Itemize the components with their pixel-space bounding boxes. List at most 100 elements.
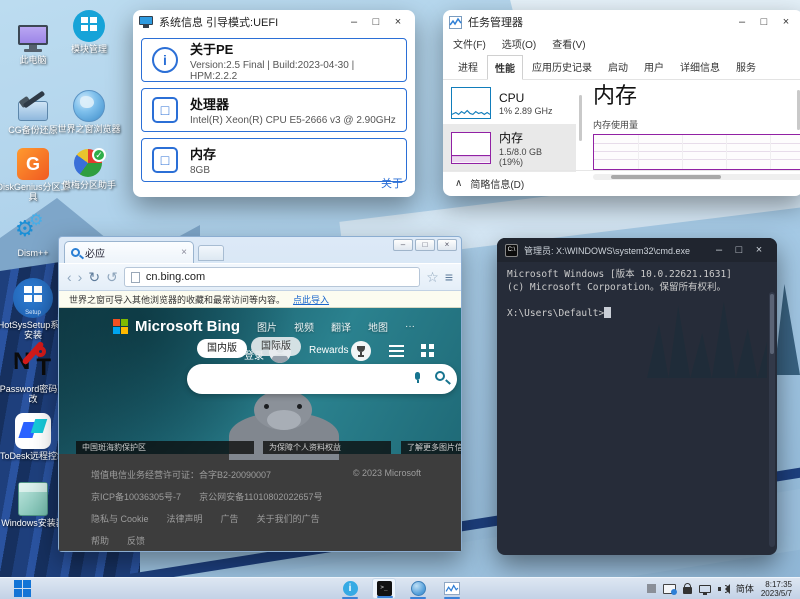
taskbar-taskmgr-app[interactable] (440, 578, 464, 599)
ime-language-label[interactable]: 简体 (736, 582, 754, 595)
bing-logo-text[interactable]: Microsoft Bing (135, 318, 240, 335)
fewer-details-toggle[interactable]: 简略信息(D) (470, 176, 524, 191)
security-link[interactable]: 京公网安备11010802022657号 (199, 490, 322, 503)
minimize-button[interactable]: – (731, 16, 753, 28)
scrollbar[interactable] (579, 95, 582, 141)
page-icon (131, 272, 140, 283)
sysinfo-titlebar[interactable]: 系统信息 引导模式:UEFI – □ × (133, 10, 415, 34)
about-link[interactable]: 关于 (381, 175, 403, 191)
close-button[interactable]: × (775, 16, 797, 28)
bing-footer: 增值电信业务经营许可证：合字B2-20090007 © 2023 Microso… (59, 454, 461, 547)
menu-file[interactable]: 文件(F) (453, 36, 486, 51)
speaker-icon[interactable] (718, 584, 729, 594)
import-link[interactable]: 点此导入 (293, 293, 329, 306)
clock[interactable]: 8:17:35 2023/5/7 (761, 580, 792, 598)
hamburger-menu-icon[interactable] (389, 345, 404, 357)
icon-label: 模块管理 (52, 44, 126, 54)
favorite-star-icon[interactable]: ☆ (426, 269, 439, 286)
tab-app-history[interactable]: 应用历史记录 (525, 55, 599, 79)
legal-link[interactable]: 法律声明 (167, 512, 203, 525)
microphone-icon[interactable] (414, 372, 421, 383)
browser-tab[interactable]: 必应 × (64, 241, 194, 263)
maximize-button[interactable]: □ (729, 244, 749, 256)
feedback-link[interactable]: 反馈 (127, 534, 145, 547)
partition-assistant-icon: ✓ (72, 148, 106, 178)
taskbar-sysinfo-app[interactable]: i (338, 578, 362, 599)
help-link[interactable]: 帮助 (91, 534, 109, 547)
tab-details[interactable]: 详细信息 (673, 55, 727, 79)
image-caption[interactable]: 为保障个人资料权益 (263, 441, 391, 454)
backup-restore-icon (16, 95, 50, 123)
icon-label: 世界之窗浏览器 (52, 124, 126, 134)
image-caption[interactable]: 了解更多图片信息 (401, 441, 461, 454)
about-pe-card[interactable]: i 关于PE Version:2.5 Final | Build:2023-04… (141, 38, 407, 82)
sysinfo-title-text: 系统信息 引导模式:UEFI (159, 14, 278, 30)
icp-link[interactable]: 京ICP备10036305号-7 (91, 490, 181, 503)
icon-label: 此电脑 (0, 55, 70, 65)
menu-view[interactable]: 查看(V) (552, 36, 585, 51)
close-button[interactable]: × (437, 239, 457, 251)
browser-titlebar[interactable]: 必应 × – □ × (59, 237, 461, 263)
tab-services[interactable]: 服务 (729, 55, 763, 79)
cpu-label: CPU (499, 91, 553, 105)
desktop-icon-module-manager[interactable]: 模块管理 (52, 10, 126, 54)
privacy-link[interactable]: 隐私与 Cookie (91, 512, 149, 525)
diskgenius-icon: G (17, 148, 49, 180)
back-icon[interactable]: ‹ (67, 269, 72, 285)
ads-link[interactable]: 广告 (221, 512, 239, 525)
close-button[interactable]: × (387, 16, 409, 28)
gears-icon: ⚙⚙ (15, 212, 51, 246)
network-monitor-icon[interactable] (699, 585, 711, 593)
minimize-button[interactable]: – (393, 239, 413, 251)
memory-card[interactable]: □ 内存 8GB (141, 138, 407, 182)
about-ads-link[interactable]: 关于我们的广告 (257, 512, 320, 525)
browser-menu-icon[interactable]: ≡ (445, 269, 453, 285)
maximize-button[interactable]: □ (365, 16, 387, 28)
region-tab-international[interactable]: 国际版 (251, 337, 301, 356)
lock-icon[interactable] (683, 587, 692, 594)
cpu-card[interactable]: □ 处理器 Intel(R) Xeon(R) CPU E5-2666 v3 @ … (141, 88, 407, 132)
close-button[interactable]: × (749, 244, 769, 256)
cmd-title-text: 管理员: X:\WINDOWS\system32\cmd.exe (524, 244, 690, 257)
search-submit-icon[interactable] (435, 371, 445, 381)
tab-users[interactable]: 用户 (637, 55, 671, 79)
desktop-icon-world-browser[interactable]: 世界之窗浏览器 (52, 90, 126, 134)
taskbar-browser-app[interactable] (406, 578, 430, 599)
cmd-output[interactable]: Microsoft Windows [版本 10.0.22621.1631] (… (497, 262, 777, 555)
qr-code-icon[interactable] (421, 344, 434, 357)
minimize-button[interactable]: – (343, 16, 365, 28)
desktop-icon-partition-assistant[interactable]: ✓ 傲梅分区助手 (52, 148, 126, 190)
nav-translate[interactable]: 翻译 (331, 319, 351, 334)
tab-processes[interactable]: 进程 (451, 55, 485, 79)
tab-startup[interactable]: 启动 (601, 55, 635, 79)
new-tab-button[interactable] (198, 245, 224, 261)
tab-close-icon[interactable]: × (181, 247, 187, 258)
bing-search-input[interactable] (187, 364, 457, 394)
taskmgr-titlebar[interactable]: 任务管理器 – □ × (443, 10, 800, 34)
scrollbar[interactable] (769, 292, 775, 547)
maximize-button[interactable]: □ (753, 16, 775, 28)
image-caption[interactable]: 中国斑海豹保护区 (76, 441, 254, 454)
nav-videos[interactable]: 视频 (294, 319, 314, 334)
refresh-icon[interactable]: ↻ (88, 269, 100, 286)
cpu-list-item[interactable]: CPU 1% 2.89 GHz (443, 82, 576, 124)
nav-more-icon[interactable]: ··· (405, 321, 415, 332)
nav-maps[interactable]: 地图 (368, 319, 388, 334)
memory-list-item[interactable]: 内存 1.5/8.0 GB (19%) (443, 124, 576, 172)
redo-icon[interactable]: ↺ (106, 269, 118, 286)
start-button[interactable] (14, 580, 31, 597)
nav-images[interactable]: 图片 (257, 319, 277, 334)
forward-icon[interactable]: › (78, 269, 83, 285)
tray-app-icon[interactable] (647, 584, 656, 593)
rewards-link[interactable]: Rewards (309, 345, 348, 356)
ime-keyboard-icon[interactable] (663, 584, 676, 594)
menu-options[interactable]: 选项(O) (502, 36, 536, 51)
tab-performance[interactable]: 性能 (487, 55, 523, 80)
minimize-button[interactable]: – (709, 244, 729, 256)
rewards-trophy-icon[interactable] (351, 341, 371, 361)
address-bar[interactable]: cn.bing.com (124, 267, 420, 287)
maximize-button[interactable]: □ (415, 239, 435, 251)
taskbar-cmd-app[interactable]: >_ (372, 578, 396, 599)
cmd-titlebar[interactable]: C:\ 管理员: X:\WINDOWS\system32\cmd.exe – □… (497, 238, 777, 262)
region-tab-domestic[interactable]: 国内版 (197, 339, 247, 358)
